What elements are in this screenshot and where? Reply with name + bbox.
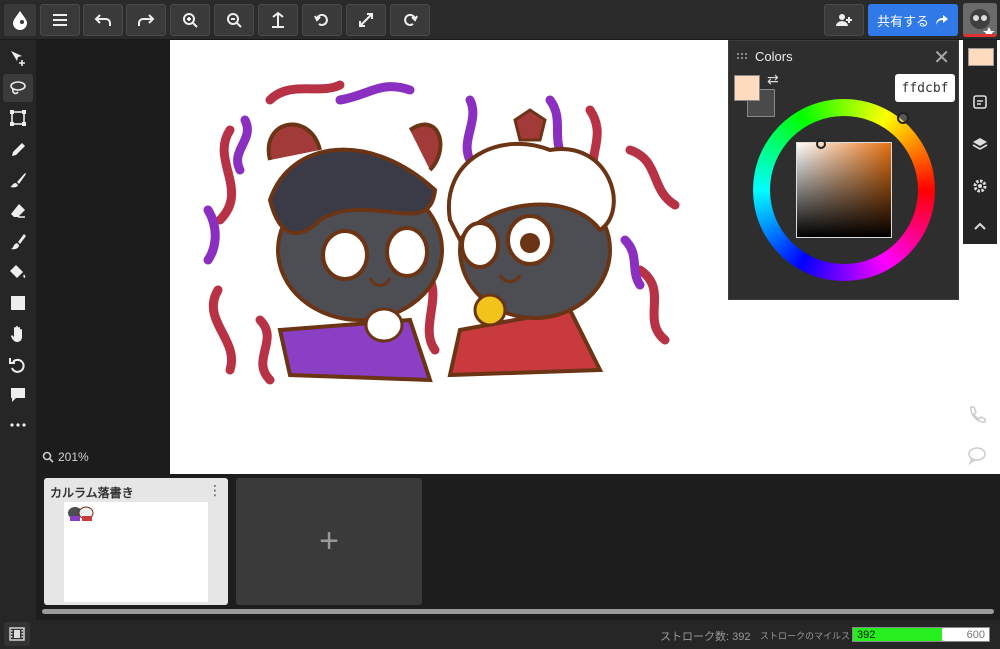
comment-tool[interactable] [3,381,33,409]
fullscreen-button[interactable] [346,4,386,36]
collapse-panels-button[interactable] [963,206,997,246]
undo-icon [94,14,111,26]
undo-button[interactable] [83,4,123,36]
colors-panel: Colors ✕ ⇄ ffdcbf [728,40,959,300]
invite-user-button[interactable] [824,4,864,36]
fit-icon [272,11,284,28]
left-toolbar [0,40,36,620]
transform-tool[interactable] [3,104,33,132]
move-tool[interactable] [3,44,33,72]
hex-color-input[interactable]: ffdcbf [895,74,955,102]
close-icon[interactable]: ✕ [933,45,950,70]
progress-value: 392 [857,629,876,641]
saturation-value-handle[interactable] [816,139,826,149]
redo-icon [138,14,155,26]
brush-tool[interactable] [3,166,33,194]
lasso-icon [10,81,26,95]
reset-rotation-icon [9,358,25,373]
colors-panel-title: Colors [755,49,793,64]
menu-icon [53,14,67,26]
zoom-indicator[interactable]: 201% [42,450,89,464]
milestone-progress-bar: 392 600 [852,627,990,642]
hand-tool[interactable] [3,320,33,348]
smudge-tool[interactable] [3,228,33,256]
more-icon [10,423,26,427]
share-button[interactable]: 共有する [868,4,958,36]
smudge-icon [11,234,26,250]
saturation-value-square[interactable] [796,142,892,238]
more-tools[interactable] [3,411,33,439]
transform-icon [10,110,26,126]
rotate-right-icon [404,13,418,26]
swap-colors-icon[interactable]: ⇄ [767,71,779,88]
right-panel-strip [963,40,997,244]
lasso-tool[interactable] [3,74,33,102]
brush-settings-icon [973,95,987,109]
fill-icon [10,265,26,278]
frame-thumbnail [64,502,208,602]
eyedropper-icon [12,143,25,156]
add-user-icon [836,14,852,26]
share-arrow-icon [936,15,948,25]
hand-icon [11,326,22,342]
rotate-left-icon [314,13,328,26]
eraser-tool[interactable] [3,197,33,225]
plus-icon: + [319,522,339,560]
frame-card[interactable]: カルラム落書き ⋮ [44,478,228,605]
layers-icon [972,138,988,150]
brush-settings-toggle[interactable] [963,82,997,122]
zoom-out-icon [227,13,242,28]
zoom-in-button[interactable] [170,4,210,36]
settings-toggle[interactable] [963,166,997,206]
share-label: 共有する [876,13,929,29]
eraser-icon [11,204,25,218]
reset-rotation-tool[interactable] [3,351,33,379]
rotate-right-button[interactable] [390,4,430,36]
user-avatar[interactable] [963,3,997,37]
search-icon [42,451,54,463]
chat-icon[interactable] [966,444,988,466]
menu-button[interactable] [40,4,80,36]
rectangle-icon [11,296,25,310]
stroke-count: ストローク数: 392 [660,631,751,643]
drag-handle-icon[interactable] [737,53,749,61]
shape-tool[interactable] [3,289,33,317]
add-frame-button[interactable]: + [236,478,422,605]
frames-scrollbar[interactable] [42,609,994,614]
film-icon [9,627,25,641]
app-logo-icon[interactable] [4,4,36,36]
fit-view-button[interactable] [258,4,298,36]
zoom-out-button[interactable] [214,4,254,36]
zoom-level: 201% [58,450,89,464]
color-swatch-icon [968,48,994,66]
fill-tool[interactable] [3,258,33,286]
brush-icon [10,173,26,188]
move-icon [11,51,25,66]
primary-color-swatch[interactable] [734,75,760,101]
comment-icon [11,388,25,402]
frame-name: カルラム落書き [50,486,134,500]
zoom-in-icon [183,13,198,28]
status-bar: ストローク数: 392 ストロークのマイルストーン: 392 600 [0,620,1000,649]
progress-max: 600 [966,629,985,641]
frames-toggle-button[interactable] [4,622,30,646]
frame-options-icon[interactable]: ⋮ [208,482,222,499]
frames-strip: カルラム落書き ⋮ + [36,474,1000,620]
rotate-left-button[interactable] [302,4,342,36]
top-toolbar: 共有する [0,0,1000,40]
hue-handle[interactable] [897,112,909,124]
eyedropper-tool[interactable] [3,136,33,164]
fullscreen-icon [359,13,373,27]
app: 共有する 201% Colors ✕ ⇄ ffdcbf カルラム落書き ⋮ + … [0,0,1000,649]
colors-panel-toggle[interactable] [963,40,997,80]
hue-wheel[interactable] [753,99,935,281]
chevron-up-icon [974,222,986,230]
layers-toggle[interactable] [963,124,997,164]
call-icon[interactable] [966,404,988,426]
redo-button[interactable] [126,4,166,36]
avatar-status-bar [963,34,997,37]
gear-icon [973,179,987,193]
